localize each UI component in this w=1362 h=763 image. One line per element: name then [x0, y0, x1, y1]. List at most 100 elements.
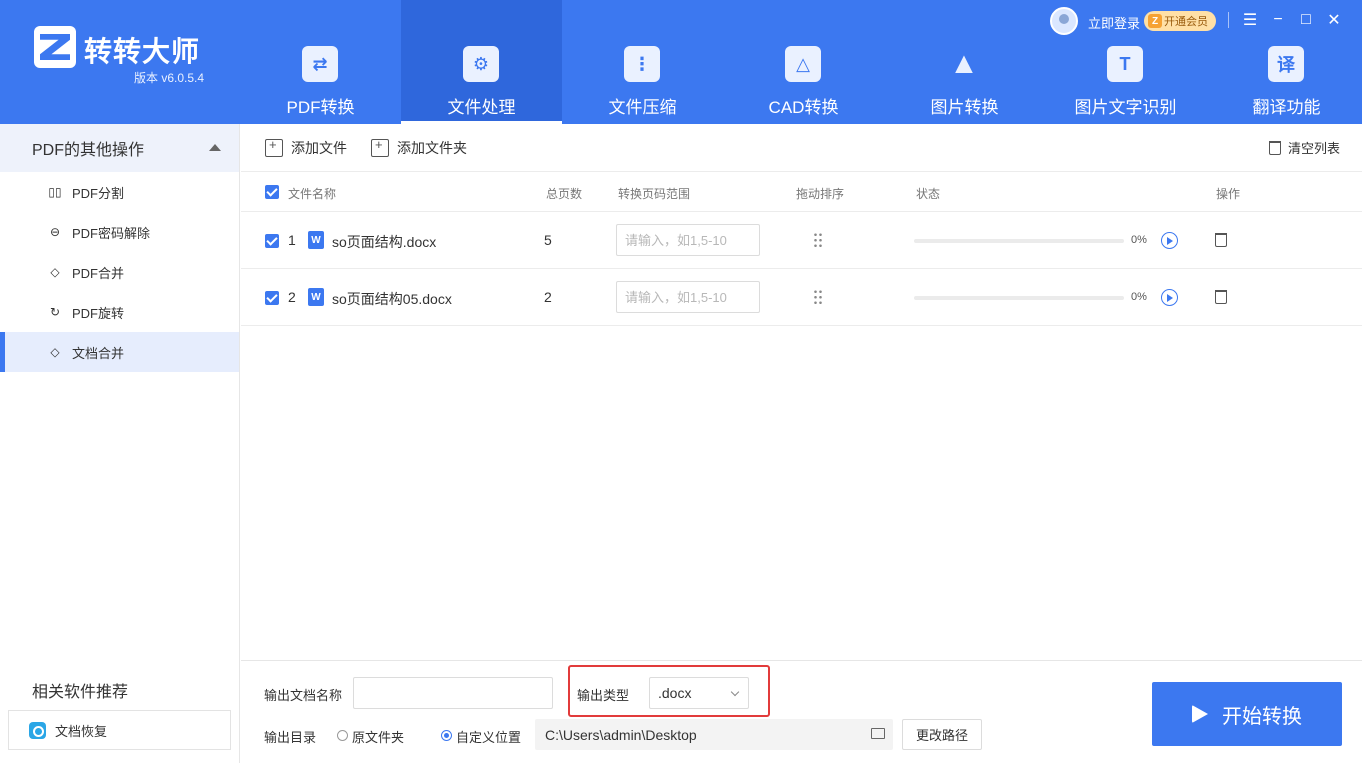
- cad-icon: △: [785, 46, 821, 82]
- maximize-icon[interactable]: □: [1294, 8, 1318, 32]
- nav-file-compress[interactable]: ⋮ 文件压缩: [562, 0, 723, 124]
- output-type-select[interactable]: .docx: [649, 677, 749, 709]
- output-path-value: C:\Users\admin\Desktop: [545, 726, 697, 743]
- output-name-label: 输出文档名称: [264, 688, 343, 703]
- progress-percent: 0%: [1131, 291, 1147, 303]
- output-name-input[interactable]: [353, 677, 553, 709]
- merge-icon: ◇: [50, 265, 60, 279]
- nav-label: 翻译功能: [1252, 98, 1321, 117]
- table-row: 1 W so页面结构.docx 5 0%: [241, 212, 1362, 269]
- zip-icon: ⋮: [624, 46, 660, 82]
- translate-icon: 译: [1268, 46, 1304, 82]
- chevron-down-icon: [730, 687, 740, 697]
- output-settings-panel: 输出文档名称 输出类型 .docx 输出目录 原文件夹 自定义位置 C:\Use…: [241, 660, 1362, 763]
- progress-bar: [914, 296, 1124, 300]
- delete-icon[interactable]: [1215, 233, 1227, 247]
- radio-custom-label: 自定义位置: [456, 730, 522, 745]
- row-checkbox[interactable]: [265, 291, 279, 305]
- nav-label: PDF转换: [286, 98, 355, 117]
- image-icon: ▲: [949, 47, 979, 80]
- sidebar-item-pdf-merge[interactable]: ◇ PDF合并: [0, 252, 239, 292]
- doc-merge-icon: ◇: [50, 345, 60, 359]
- add-folder-icon: [371, 137, 389, 157]
- start-convert-button[interactable]: 开始转换: [1152, 682, 1342, 746]
- recommend-item-label: 文档恢复: [55, 723, 108, 739]
- divider: [1228, 12, 1229, 28]
- sidebar-item-pdf-split[interactable]: ▯▯ PDF分割: [0, 172, 239, 212]
- clear-list-button[interactable]: 清空列表: [1269, 138, 1340, 157]
- nav-image-convert[interactable]: ▲ 图片转换: [884, 0, 1045, 124]
- add-file-button[interactable]: 添加文件: [265, 137, 347, 158]
- app-logo: 转转大师 版本 v6.0.5.4: [34, 26, 204, 85]
- sidebar-item-pdf-unlock[interactable]: ⊖ PDF密码解除: [0, 212, 239, 252]
- nav-label: 图片转换: [930, 98, 999, 117]
- play-icon[interactable]: [1161, 232, 1178, 249]
- nav-label: 图片文字识别: [1074, 98, 1177, 117]
- progress-percent: 0%: [1131, 234, 1147, 246]
- page-range-input[interactable]: [616, 281, 760, 313]
- row-index: 2: [288, 289, 296, 305]
- menu-icon[interactable]: ☰: [1238, 8, 1262, 32]
- col-name: 文件名称: [288, 187, 337, 201]
- vip-z-icon: Z: [1148, 14, 1162, 28]
- nav-label: 文件处理: [447, 98, 516, 117]
- page-range-input[interactable]: [616, 224, 760, 256]
- recommend-doc-recovery[interactable]: 文档恢复: [8, 710, 231, 750]
- output-type-value: .docx: [658, 685, 692, 701]
- collapse-caret-icon: [209, 144, 221, 151]
- close-icon[interactable]: ✕: [1322, 8, 1346, 32]
- split-icon: ▯▯: [48, 185, 62, 199]
- add-folder-button[interactable]: 添加文件夹: [371, 137, 467, 158]
- col-sort: 拖动排序: [796, 187, 845, 201]
- file-toolbar: 添加文件 添加文件夹 清空列表: [241, 124, 1362, 172]
- play-icon: [1192, 705, 1208, 723]
- sidebar-section-header[interactable]: PDF的其他操作: [0, 124, 239, 172]
- radio-custom-location[interactable]: [441, 730, 452, 741]
- vip-label: 开通会员: [1164, 16, 1208, 28]
- delete-icon[interactable]: [1215, 290, 1227, 304]
- app-version: 版本 v6.0.5.4: [134, 71, 205, 85]
- sidebar-item-pdf-rotate[interactable]: ↻ PDF旋转: [0, 292, 239, 332]
- recovery-app-icon: [29, 722, 46, 739]
- clear-list-label: 清空列表: [1288, 141, 1341, 156]
- output-path-field[interactable]: C:\Users\admin\Desktop: [535, 719, 893, 750]
- nav-label: CAD转换: [768, 98, 839, 117]
- login-link[interactable]: 立即登录: [1088, 13, 1140, 32]
- progress-bar: [914, 239, 1124, 243]
- recommend-title: 相关软件推荐: [32, 684, 129, 701]
- col-pages: 总页数: [546, 187, 583, 201]
- page-count: 5: [544, 232, 552, 248]
- drag-handle-icon[interactable]: [813, 232, 823, 248]
- add-folder-label: 添加文件夹: [397, 140, 467, 156]
- page-count: 2: [544, 289, 552, 305]
- output-dir-label: 输出目录: [264, 730, 317, 745]
- radio-original-folder[interactable]: [337, 730, 348, 741]
- file-process-icon: ⚙: [463, 46, 499, 82]
- col-action: 操作: [1216, 187, 1241, 201]
- nav-cad-convert[interactable]: △ CAD转换: [723, 0, 884, 124]
- output-type-label: 输出类型: [577, 688, 630, 703]
- nav-pdf-convert[interactable]: ⇄ PDF转换: [240, 0, 401, 124]
- sidebar-item-label: PDF旋转: [72, 305, 125, 321]
- avatar[interactable]: [1050, 7, 1078, 35]
- vip-button[interactable]: Z 开通会员: [1144, 11, 1216, 31]
- sidebar-item-label: PDF分割: [72, 185, 125, 201]
- table-row: 2 W so页面结构05.docx 2 0%: [241, 269, 1362, 326]
- sidebar-section-title: PDF的其他操作: [32, 142, 145, 159]
- nav-file-process[interactable]: ⚙ 文件处理: [401, 0, 562, 124]
- col-status: 状态: [916, 187, 941, 201]
- change-path-button[interactable]: 更改路径: [902, 719, 982, 750]
- row-checkbox[interactable]: [265, 234, 279, 248]
- drag-handle-icon[interactable]: [813, 289, 823, 305]
- play-icon[interactable]: [1161, 289, 1178, 306]
- sidebar: PDF的其他操作 ▯▯ PDF分割 ⊖ PDF密码解除 ◇ PDF合并 ↻ PD…: [0, 124, 240, 763]
- folder-icon[interactable]: [871, 728, 885, 739]
- trash-icon: [1269, 140, 1281, 155]
- sidebar-item-label: 文档合并: [72, 345, 125, 361]
- minimize-icon[interactable]: −: [1266, 8, 1290, 32]
- nav-label: 文件压缩: [608, 98, 677, 117]
- select-all-checkbox[interactable]: [265, 185, 279, 199]
- start-convert-label: 开始转换: [1222, 705, 1302, 728]
- sidebar-item-label: PDF合并: [72, 265, 125, 281]
- sidebar-item-doc-merge[interactable]: ◇ 文档合并: [0, 332, 239, 372]
